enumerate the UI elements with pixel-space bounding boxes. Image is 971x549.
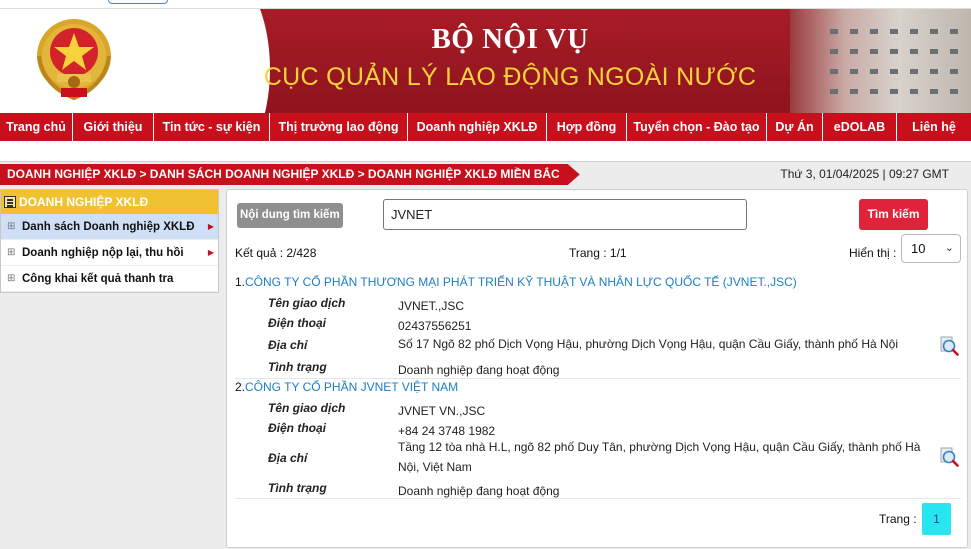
page-info: Trang : 1/1 — [569, 246, 627, 260]
result-divider — [235, 498, 961, 499]
sidebar-item-enterprise-list[interactable]: ⊞ Danh sách Doanh nghiệp XKLĐ ▶ — [1, 214, 218, 240]
field-label: Địa chỉ — [268, 338, 308, 352]
result-count: Kết quả : 2/428 — [235, 246, 317, 260]
view-details-icon[interactable] — [939, 336, 959, 356]
trade-name-value: JVNET VN.,JSC — [398, 404, 486, 418]
breadcrumb-bar: DOANH NGHIỆP XKLĐ > DANH SÁCH DOANH NGHI… — [0, 162, 971, 187]
result-divider — [235, 378, 961, 379]
pager-page-button[interactable]: 1 — [922, 503, 951, 535]
main-nav: Trang chủ Giới thiệu Tin tức - sự kiện T… — [0, 113, 971, 141]
list-icon — [4, 196, 16, 208]
current-datetime: Thứ 3, 01/04/2025 | 09:27 GMT — [780, 167, 949, 181]
page-size-select[interactable]: 10 ⌄ — [901, 234, 961, 263]
nav-item-news[interactable]: Tin tức - sự kiện — [154, 113, 270, 141]
field-label: Điện thoại — [268, 421, 327, 435]
expand-plus-icon: ⊞ — [7, 273, 16, 284]
field-label: Địa chỉ — [268, 451, 308, 465]
page-size-value: 10 — [911, 241, 926, 256]
nav-item-home[interactable]: Trang chủ — [0, 113, 73, 141]
page-size-label: Hiển thị : — [849, 246, 897, 260]
company-index: 1. — [235, 275, 246, 289]
nav-item-about[interactable]: Giới thiệu — [73, 113, 154, 141]
sidebar-item-label: Danh sách Doanh nghiệp XKLĐ — [22, 221, 195, 233]
field-label: Tình trạng — [268, 360, 327, 374]
company-entry: 2.CÔNG TY CỔ PHẦN JVNET VIỆT NAM — [235, 380, 961, 394]
header-title: BỘ NỘI VỤ — [431, 23, 589, 55]
nav-item-labor-market[interactable]: Thị trường lao động — [270, 113, 408, 141]
browser-tab-pill — [108, 0, 168, 4]
company-entry: 1.CÔNG TY CỔ PHẦN THƯƠNG MẠI PHÁT TRIỂN … — [235, 275, 961, 289]
nav-item-recruitment[interactable]: Tuyển chọn - Đào tạo — [627, 113, 767, 141]
trade-name-value: JVNET.,JSC — [398, 299, 465, 313]
search-label: Nội dung tìm kiếm — [237, 203, 343, 228]
status-value: Doanh nghiệp đang hoạt động — [398, 363, 560, 377]
field-label: Tên giao dịch — [268, 401, 346, 415]
sidebar-item-revoked[interactable]: ⊞ Doanh nghiệp nộp lại, thu hồi ▶ — [1, 240, 218, 266]
sidebar-item-label: Doanh nghiệp nộp lại, thu hồi — [22, 247, 184, 259]
sidebar-heading: DOANH NGHIỆP XKLĐ — [1, 190, 218, 214]
company-name: CÔNG TY CỔ PHẦN JVNET VIỆT NAM — [245, 380, 459, 394]
national-emblem-icon — [37, 19, 111, 101]
sidebar-heading-label: DOANH NGHIỆP XKLĐ — [19, 195, 149, 209]
view-details-icon[interactable] — [939, 447, 959, 467]
address-value: Số 17 Ngõ 82 phố Dịch Vọng Hậu, phường D… — [398, 337, 898, 351]
site-header: BỘ NỘI VỤ CỤC QUẢN LÝ LAO ĐỘNG NGOÀI NƯỚ… — [0, 9, 971, 113]
sidebar: DOANH NGHIỆP XKLĐ ⊞ Danh sách Doanh nghi… — [0, 189, 219, 293]
sidebar-item-label: Công khai kết quả thanh tra — [22, 273, 174, 285]
nav-item-projects[interactable]: Dự Án — [767, 113, 823, 141]
nav-item-contracts[interactable]: Hợp đồng — [547, 113, 627, 141]
search-button[interactable]: Tìm kiếm — [859, 199, 928, 230]
header-subtitle: CỤC QUẢN LÝ LAO ĐỘNG NGOÀI NƯỚC — [263, 63, 757, 91]
address-value: Tầng 12 tòa nhà H.L, ngõ 82 phố Duy Tân,… — [398, 440, 921, 474]
company-name-link[interactable]: 1.CÔNG TY CỔ PHẦN THƯƠNG MẠI PHÁT TRIỂN … — [235, 275, 961, 289]
nav-spacer — [0, 141, 971, 162]
chevron-right-icon: ▶ — [207, 248, 214, 257]
search-results-panel: Nội dung tìm kiếm Tìm kiếm Kết quả : 2/4… — [226, 189, 968, 548]
phone-value: 02437556251 — [398, 319, 472, 333]
expand-plus-icon: ⊞ — [7, 247, 16, 258]
breadcrumb[interactable]: DOANH NGHIỆP XKLĐ > DANH SÁCH DOANH NGHI… — [0, 164, 580, 185]
company-name: CÔNG TY CỔ PHẦN THƯƠNG MẠI PHÁT TRIỂN KỸ… — [245, 275, 797, 289]
nav-item-contact[interactable]: Liên hệ — [897, 113, 971, 141]
company-index: 2. — [235, 380, 246, 394]
nav-item-enterprises[interactable]: Doanh nghiệp XKLĐ — [408, 113, 547, 141]
field-label: Tình trạng — [268, 481, 327, 495]
nav-item-edolab[interactable]: eDOLAB — [823, 113, 897, 141]
chevron-down-icon: ⌄ — [944, 242, 954, 254]
pager-label: Trang : — [879, 512, 917, 526]
company-name-link[interactable]: 2.CÔNG TY CỔ PHẦN JVNET VIỆT NAM — [235, 380, 961, 394]
field-label: Tên giao dịch — [268, 296, 346, 310]
browser-top-strip — [0, 0, 971, 9]
search-input[interactable] — [383, 199, 747, 230]
field-label: Điện thoại — [268, 316, 327, 330]
sidebar-item-inspection[interactable]: ⊞ Công khai kết quả thanh tra — [1, 266, 218, 292]
chevron-right-icon: ▶ — [207, 222, 214, 231]
expand-plus-icon: ⊞ — [7, 221, 16, 232]
